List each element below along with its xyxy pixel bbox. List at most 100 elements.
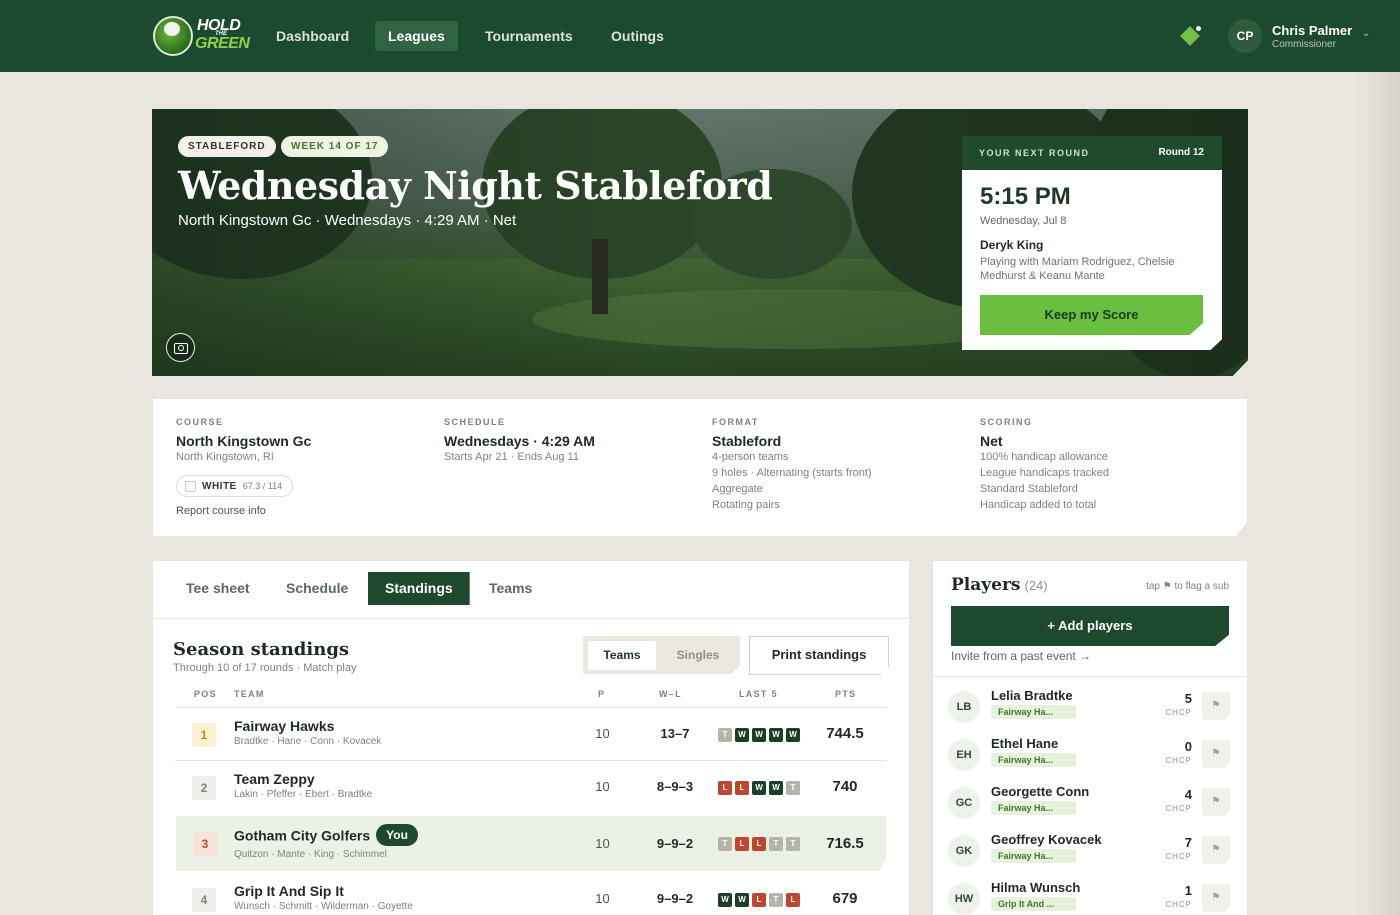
header-last5: LAST 5: [739, 689, 778, 699]
header-p: P: [598, 689, 606, 699]
flag-icon[interactable]: ⚑: [1202, 836, 1230, 864]
scoring-value: Net: [980, 433, 1003, 449]
format-info: FORMAT Stableford 4-person teams 9 holes…: [712, 417, 872, 513]
nav-dashboard[interactable]: Dashboard: [263, 21, 362, 51]
points: 740: [832, 778, 858, 795]
tee-chip[interactable]: WHITE 67.3 / 114: [176, 475, 294, 497]
tab-teams[interactable]: Teams: [472, 572, 549, 605]
player-team: Fairway Ha...: [991, 753, 1076, 767]
report-course-link[interactable]: Report course info: [176, 505, 266, 517]
win-loss: 13–7: [660, 726, 690, 741]
tab-standings[interactable]: Standings: [368, 572, 470, 605]
handicap-label: CHCP: [1165, 900, 1192, 909]
tee-name: WHITE: [202, 480, 237, 492]
logo[interactable]: HOLD THE GREEN: [153, 14, 250, 58]
result-chip: T: [718, 728, 732, 742]
print-standings-button[interactable]: Print standings: [749, 636, 889, 675]
handicap-label: CHCP: [1165, 708, 1192, 717]
player-name: Deryk King: [980, 238, 1044, 252]
header-pos: POS: [194, 689, 217, 699]
table-row-you[interactable]: 3 Gotham City Golfers You Quitzon · Mante…: [176, 816, 886, 871]
invite-past-event-link[interactable]: Invite from a past event →: [951, 649, 1091, 663]
tab-schedule[interactable]: Schedule: [269, 572, 365, 605]
flag-icon[interactable]: ⚑: [1202, 884, 1230, 912]
result-chip: L: [752, 837, 766, 851]
players-title-text: Players: [951, 575, 1021, 595]
result-chip: W: [786, 728, 800, 742]
course-label: COURSE: [176, 417, 224, 427]
format-badge: STABLEFORD: [178, 136, 276, 157]
player-name[interactable]: Hilma Wunsch: [991, 880, 1080, 895]
user-name[interactable]: Chris Palmer: [1272, 23, 1352, 38]
result-chip: T: [786, 837, 800, 851]
player-row[interactable]: LB Lelia Bradtke Fairway Ha... 5 CHCP ⚑: [933, 682, 1247, 730]
table-row[interactable]: 2 Team Zeppy Lakin · Pfeffer · Ebert · B…: [175, 760, 887, 812]
header-wl: W–L: [659, 689, 682, 699]
camera-icon[interactable]: [166, 333, 195, 362]
nav-outings[interactable]: Outings: [598, 21, 677, 51]
player-name[interactable]: Lelia Bradtke: [991, 688, 1073, 703]
league-info-card: COURSE North Kingstown Gc North Kingstow…: [153, 399, 1247, 536]
table-row[interactable]: 1 Fairway Hawks Bradtke · Hane · Conn · …: [175, 707, 887, 759]
team-name-text: Gotham City Golfers: [234, 827, 371, 844]
league-subtitle: North Kingstown Gc · Wednesdays · 4:29 A…: [178, 212, 517, 229]
last-five: T L L T T: [718, 837, 800, 851]
format-label: FORMAT: [712, 417, 759, 427]
playing-partners: Playing with Mariam Rodriguez, Chelsie M…: [980, 256, 1175, 282]
flag-icon[interactable]: ⚑: [1202, 740, 1230, 768]
player-row[interactable]: EH Ethel Hane Fairway Ha... 0 CHCP ⚑: [933, 730, 1247, 778]
table-row[interactable]: 4 Grip It And Sip It Wunsch · Schmitt · …: [175, 873, 887, 915]
scoring-line: League handicaps tracked: [980, 467, 1110, 479]
player-name[interactable]: Ethel Hane: [991, 736, 1058, 751]
tee-color-swatch: [185, 480, 196, 492]
scoring-line: 100% handicap allowance: [980, 451, 1108, 463]
handicap-label: CHCP: [1165, 756, 1192, 765]
toggle-teams[interactable]: Teams: [588, 641, 656, 670]
nav-tournaments[interactable]: Tournaments: [472, 21, 586, 51]
toggle-singles[interactable]: Singles: [663, 641, 733, 670]
team-name[interactable]: Fairway Hawks: [234, 718, 334, 734]
scoring-line: Handicap added to total: [980, 499, 1097, 511]
player-handicap: 5: [1184, 691, 1192, 706]
nav-leagues[interactable]: Leagues: [375, 21, 458, 51]
played-count: 10: [595, 836, 610, 851]
header-team: TEAM: [234, 689, 265, 699]
player-avatar: GC: [948, 787, 980, 819]
result-chip: L: [786, 893, 800, 907]
player-name[interactable]: Georgette Conn: [991, 784, 1089, 799]
handicap-label: CHCP: [1165, 804, 1192, 813]
player-handicap: 1: [1184, 883, 1192, 898]
user-role: Commissioner: [1272, 39, 1336, 50]
team-name[interactable]: Team Zeppy: [234, 771, 315, 787]
player-name[interactable]: Geoffrey Kovacek: [991, 832, 1102, 847]
points: 744.5: [826, 725, 864, 742]
position-badge: 1: [192, 723, 216, 747]
result-chip: L: [735, 837, 749, 851]
flag-icon[interactable]: ⚑: [1202, 788, 1230, 816]
result-chip: W: [718, 893, 732, 907]
scoring-label: SCORING: [980, 417, 1033, 427]
format-line: Rotating pairs: [712, 499, 780, 511]
result-chip: W: [752, 728, 766, 742]
tee-date: Wednesday, Jul 8: [980, 215, 1067, 227]
flag-icon[interactable]: ⚑: [1202, 692, 1230, 720]
add-players-button[interactable]: + Add players: [951, 606, 1229, 646]
points: 679: [832, 890, 858, 907]
chevron-down-icon[interactable]: ⌄: [1362, 28, 1370, 39]
team-name[interactable]: Gotham City Golfers You: [234, 824, 418, 848]
player-row[interactable]: GC Georgette Conn Fairway Ha... 4 CHCP ⚑: [933, 778, 1247, 826]
course-name[interactable]: North Kingstown Gc: [176, 433, 311, 449]
week-badge: WEEK 14 OF 17: [281, 136, 389, 157]
player-handicap: 7: [1184, 835, 1192, 850]
players-count: (24): [1024, 578, 1048, 593]
keep-score-button[interactable]: Keep my Score: [980, 295, 1203, 335]
next-round-card: YOUR NEXT ROUND Round 12 5:15 PM Wednesd…: [962, 136, 1222, 350]
team-members: Bradtke · Hane · Conn · Kovacek: [234, 736, 382, 747]
teams-singles-toggle: Teams Singles: [583, 636, 740, 674]
team-name[interactable]: Grip It And Sip It: [234, 883, 344, 899]
player-row[interactable]: HW Hilma Wunsch Grip It And ... 1 CHCP ⚑: [933, 874, 1247, 915]
player-row[interactable]: GK Geoffrey Kovacek Fairway Ha... 7 CHCP…: [933, 826, 1247, 874]
players-title: Players (24): [951, 575, 1048, 595]
tab-tee-sheet[interactable]: Tee sheet: [169, 572, 267, 605]
user-avatar[interactable]: CP: [1228, 19, 1262, 53]
